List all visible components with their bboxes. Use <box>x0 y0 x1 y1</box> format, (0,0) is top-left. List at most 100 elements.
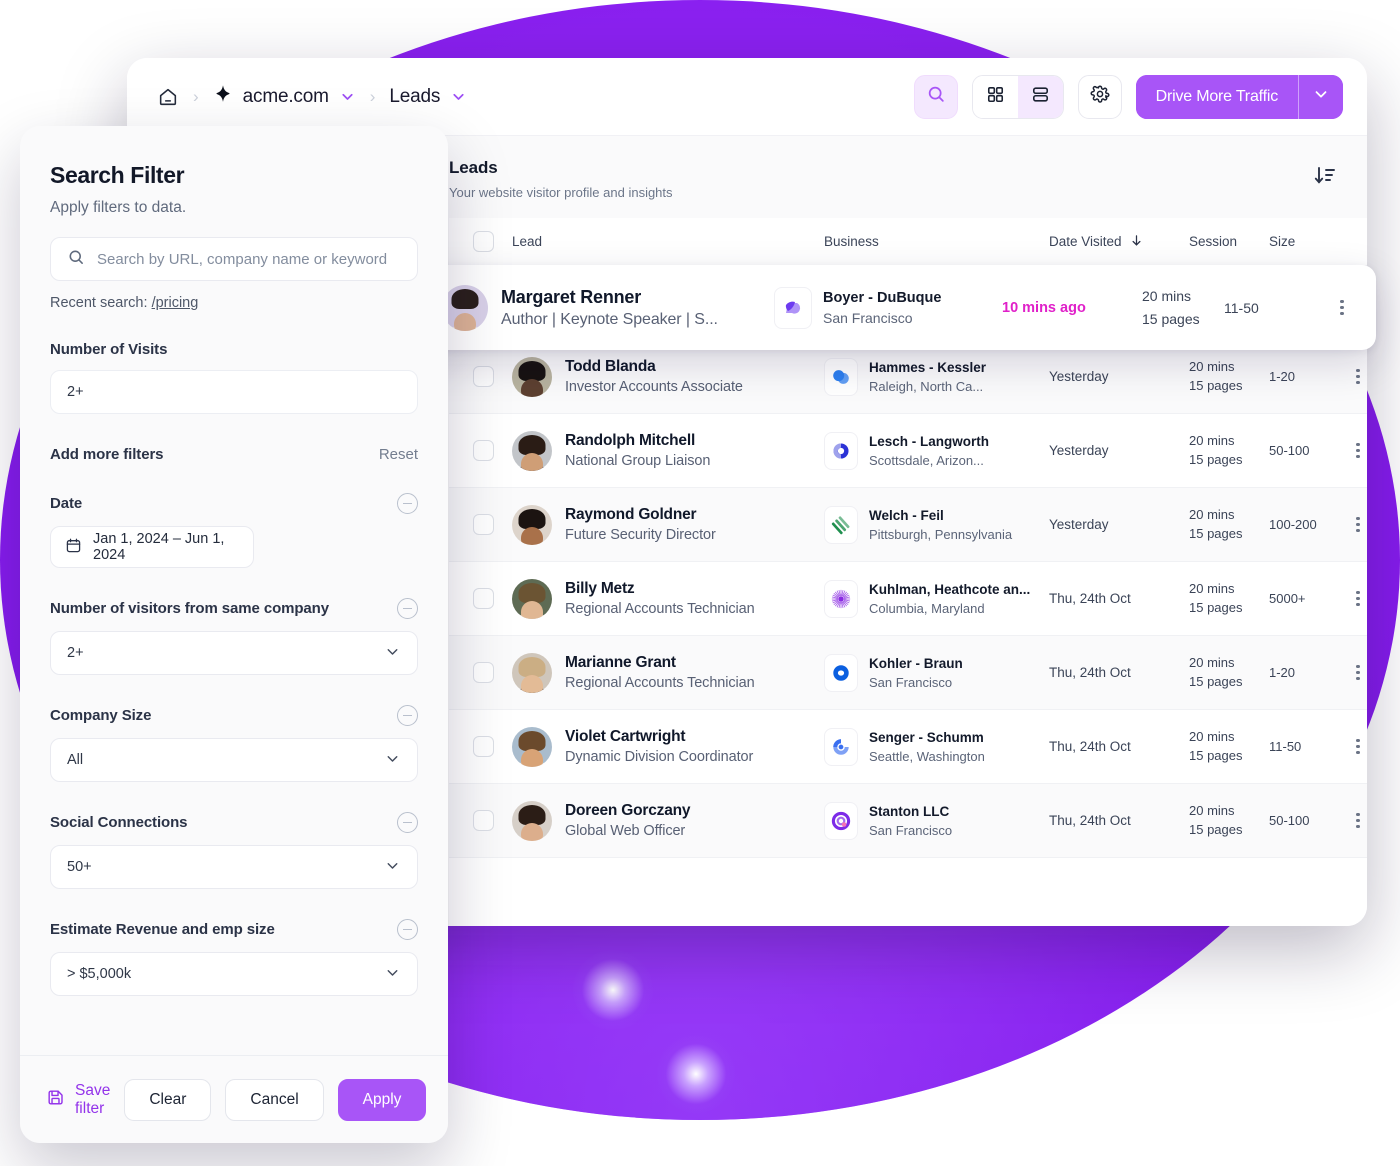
highlighted-lead-row[interactable]: Margaret Renner Author | Keynote Speaker… <box>388 265 1376 350</box>
row-checkbox[interactable] <box>454 588 512 609</box>
row-menu-button[interactable] <box>1349 812 1367 829</box>
filter-visits-value[interactable]: 2+ <box>50 370 418 414</box>
business-location: Raleigh, North Ca... <box>869 378 984 394</box>
kebab-menu-icon <box>1356 516 1360 533</box>
breadcrumb-site[interactable]: acme.com <box>213 84 356 110</box>
cta-dropdown-button[interactable] <box>1299 74 1343 119</box>
date-visited-cell: Yesterday <box>1049 517 1189 532</box>
remove-filter-icon[interactable] <box>397 812 418 833</box>
save-disk-icon <box>46 1088 65 1112</box>
chevron-down-icon[interactable] <box>339 88 356 105</box>
kebab-menu-icon <box>1356 738 1360 755</box>
chevron-down-icon <box>384 750 401 771</box>
row-checkbox[interactable] <box>454 736 512 757</box>
row-checkbox[interactable] <box>454 514 512 535</box>
remove-filter-icon[interactable] <box>397 705 418 726</box>
filter-footer: Save filter Clear Cancel Apply <box>20 1055 448 1143</box>
filter-number-of-visits: Number of Visits 2+ <box>50 341 418 414</box>
table-row[interactable]: Randolph Mitchell National Group Liaison… <box>449 414 1367 488</box>
view-toggle[interactable] <box>971 74 1064 119</box>
table-row[interactable]: Violet Cartwright Dynamic Division Coord… <box>449 710 1367 784</box>
row-menu-button[interactable] <box>1349 516 1367 533</box>
size-cell: 1-20 <box>1269 665 1349 680</box>
filter-date-value: Jan 1, 2024 – Jun 1, 2024 <box>93 531 225 563</box>
home-icon[interactable] <box>157 86 179 108</box>
reset-button[interactable]: Reset <box>379 446 418 463</box>
table-row[interactable]: Todd Blanda Investor Accounts Associate … <box>449 340 1367 414</box>
remove-filter-icon[interactable] <box>397 919 418 940</box>
avatar <box>512 726 552 767</box>
row-checkbox[interactable] <box>454 366 512 387</box>
size-cell: 5000+ <box>1269 591 1349 606</box>
remove-filter-icon[interactable] <box>397 598 418 619</box>
clear-button[interactable]: Clear <box>124 1078 212 1121</box>
filter-social-select[interactable]: 50+ <box>50 845 418 889</box>
lead-name: Marianne Grant <box>565 654 676 671</box>
page-subtitle: Your website visitor profile and insight… <box>449 185 673 200</box>
row-menu-button[interactable] <box>1349 738 1367 755</box>
filter-date-range[interactable]: Jan 1, 2024 – Jun 1, 2024 <box>50 526 254 568</box>
row-menu-button[interactable] <box>1349 368 1367 385</box>
business-cell: Lesch - Langworth Scottsdale, Arizon... <box>824 431 1049 470</box>
table-row[interactable]: Doreen Gorczany Global Web Officer Stant… <box>449 784 1367 858</box>
lead-role: Author | Keynote Speaker | S... <box>501 310 718 328</box>
list-view-button[interactable] <box>1017 75 1063 118</box>
filter-company-size-select[interactable]: All <box>50 738 418 782</box>
table-row[interactable]: Marianne Grant Regional Accounts Technic… <box>449 636 1367 710</box>
column-header-session[interactable]: Session <box>1189 234 1269 249</box>
row-menu-button[interactable] <box>1349 590 1367 607</box>
table-row[interactable]: Billy Metz Regional Accounts Technician … <box>449 562 1367 636</box>
remove-filter-icon[interactable] <box>397 493 418 514</box>
session-cell: 20 mins 15 pages <box>1189 654 1269 692</box>
row-checkbox[interactable] <box>454 440 512 461</box>
search-filter-panel: Search Filter Apply filters to data. Rec… <box>20 126 448 1143</box>
filter-content: Search Filter Apply filters to data. Rec… <box>20 126 448 1055</box>
row-menu-button[interactable] <box>1349 664 1367 681</box>
avatar <box>512 430 552 471</box>
avatar <box>512 578 552 619</box>
row-checkbox[interactable] <box>454 810 512 831</box>
breadcrumb-section[interactable]: Leads <box>389 86 467 108</box>
column-header-lead[interactable]: Lead <box>512 234 824 249</box>
settings-button[interactable] <box>1077 74 1122 119</box>
session-minutes: 20 mins <box>1189 358 1235 374</box>
date-visited-value: Yesterday <box>1049 369 1109 384</box>
session-cell: 20 mins 15 pages <box>1142 285 1224 330</box>
company-logo-icon <box>824 727 858 766</box>
avatar <box>512 504 552 545</box>
drive-more-traffic-button[interactable]: Drive More Traffic <box>1135 74 1298 119</box>
row-menu-button[interactable] <box>1349 442 1367 459</box>
company-logo-icon <box>824 579 858 618</box>
column-header-size[interactable]: Size <box>1269 234 1349 249</box>
session-cell: 20 mins 15 pages <box>1189 358 1269 396</box>
gear-icon <box>1090 84 1110 109</box>
row-checkbox[interactable] <box>454 662 512 683</box>
cancel-button[interactable]: Cancel <box>225 1078 324 1121</box>
apply-button[interactable]: Apply <box>337 1078 427 1121</box>
lead-cell: Todd Blanda Investor Accounts Associate <box>512 356 824 397</box>
recent-search-link[interactable]: /pricing <box>152 295 199 311</box>
date-visited-value: Thu, 24th Oct <box>1049 591 1131 606</box>
row-menu-button[interactable] <box>1308 299 1376 316</box>
size-value: 11-50 <box>1269 739 1302 754</box>
search-input[interactable] <box>97 250 401 268</box>
company-logo-icon <box>824 653 858 692</box>
search-button[interactable] <box>913 74 958 119</box>
search-input-wrapper[interactable] <box>50 237 418 281</box>
column-header-date-visited[interactable]: Date Visited <box>1049 233 1189 251</box>
column-header-business[interactable]: Business <box>824 234 1049 249</box>
session-minutes: 20 mins <box>1189 802 1235 818</box>
chevron-down-icon[interactable] <box>450 88 467 105</box>
kebab-menu-icon <box>1356 664 1360 681</box>
table-body: Belinda Fritsch District Accounts Agent … <box>449 266 1367 858</box>
table-row[interactable]: Raymond Goldner Future Security Director… <box>449 488 1367 562</box>
sort-descending-icon[interactable] <box>1313 164 1337 193</box>
grid-view-button[interactable] <box>972 75 1018 118</box>
filter-revenue-select[interactable]: > $5,000k <box>50 952 418 996</box>
drive-more-traffic-group[interactable]: Drive More Traffic <box>1135 74 1343 119</box>
business-location: Pittsburgh, Pennsylvania <box>869 526 1013 542</box>
select-all-checkbox[interactable] <box>454 231 512 252</box>
filter-visitors-select[interactable]: 2+ <box>50 631 418 675</box>
business-location: San Francisco <box>869 674 953 690</box>
save-filter-button[interactable]: Save filter <box>46 1082 110 1118</box>
